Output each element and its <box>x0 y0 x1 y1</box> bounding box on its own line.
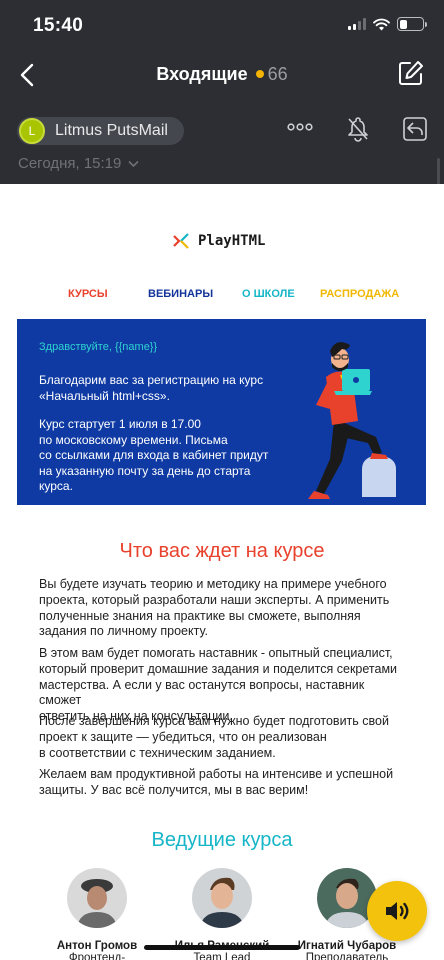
menu-item-sale[interactable]: РАСПРОДАЖА <box>320 288 399 300</box>
hero-thanks: Благодарим вас за регистрацию на курс «Н… <box>39 373 263 404</box>
silence-icon[interactable] <box>344 115 372 143</box>
sender-avatar: L <box>19 118 45 144</box>
paragraph: После завершения курса вам нужно будет п… <box>39 714 409 761</box>
welcome-banner: Здравствуйте, {{name}} Благодарим вас за… <box>17 319 426 505</box>
inbox-title-label: Входящие <box>156 64 248 84</box>
hero-line: на указанную почту за день до старта <box>39 463 251 478</box>
reply-icon[interactable] <box>401 115 429 143</box>
brand-logo[interactable]: PlayHTML <box>172 232 265 250</box>
paragraph-line: проект к защите — убедиться, что он реал… <box>39 729 327 744</box>
home-indicator[interactable] <box>144 945 300 950</box>
unread-dot <box>255 70 264 79</box>
hero-line: Курс стартует 1 июля в 17.00 <box>39 417 201 431</box>
more-dots-icon[interactable] <box>286 115 314 143</box>
wifi-icon <box>373 18 390 30</box>
message-date[interactable]: Сегодня, 15:19 <box>18 155 139 172</box>
cellular-signal-icon <box>348 18 366 30</box>
speaker-role: Фронтенд- <box>68 952 126 960</box>
paragraph-line: мастерства. А если у вас останутся вопро… <box>39 677 365 708</box>
speaker-icon <box>386 902 409 920</box>
developer-illustration <box>308 342 396 499</box>
hero-line: Благодарим вас за регистрацию на курс <box>39 373 264 387</box>
paragraph-line: Вы будете изучать теорию и методику на п… <box>39 577 387 591</box>
menu-item-courses[interactable]: КУРСЫ <box>68 288 108 300</box>
status-time: 15:40 <box>33 15 84 36</box>
speaker-photo <box>67 868 127 928</box>
email-body: PlayHTML КУРСЫ ВЕБИНАРЫ О ШКОЛЕ РАСПРОДА… <box>0 184 444 960</box>
paragraph-line: После завершения курса вам нужно будет п… <box>39 714 389 728</box>
paragraph: Желаем вам продуктивной работы на интенс… <box>39 767 409 799</box>
mail-app-header: 15:40 Входящие 66 L Litmus PutsMail Сего… <box>0 0 444 184</box>
paragraph: Вы будете изучать теорию и методику на п… <box>39 577 409 640</box>
logo-mark-icon <box>173 233 189 249</box>
status-icons <box>348 17 427 31</box>
about-course-heading: Что вас ждет на курсе <box>119 540 325 562</box>
hero-line: по московскому времени. Письма <box>39 432 228 447</box>
brand-name: PlayHTML <box>198 233 266 249</box>
paragraph-line: Желаем вам продуктивной работы на интенс… <box>39 767 394 781</box>
unread-count: 66 <box>267 64 288 84</box>
sender-chip[interactable]: L Litmus PutsMail <box>17 117 184 145</box>
paragraph-line: проекта, который разработали наши экспер… <box>39 592 390 607</box>
inbox-title: Входящие 66 <box>0 64 444 85</box>
paragraph-line: В этом вам будет помогать наставник - оп… <box>39 646 393 660</box>
menu-item-about[interactable]: О ШКОЛЕ <box>242 288 295 300</box>
compose-icon[interactable] <box>398 60 424 86</box>
sender-name: Litmus PutsMail <box>55 122 168 139</box>
speaker-role: Team Lead <box>193 952 251 960</box>
hero-line: курса. <box>39 479 73 493</box>
battery-icon <box>397 17 427 31</box>
chevron-down-icon <box>127 160 139 168</box>
paragraph-line: защиты. У вас всё получится, мы в вас ве… <box>39 782 309 797</box>
hero-schedule: Курс стартует 1 июля в 17.00 по московск… <box>39 417 268 495</box>
speaker-role: Преподаватель <box>305 952 389 960</box>
speakers-heading: Ведущие курса <box>151 829 293 851</box>
hero-line: со ссылками для входа в кабинет придут <box>39 448 269 462</box>
message-date-label: Сегодня, 15:19 <box>18 155 122 172</box>
read-aloud-button[interactable] <box>367 881 427 941</box>
paragraph-line: который проверит домашние задания и поде… <box>39 661 398 676</box>
hero-greeting: Здравствуйте, {{name}} <box>39 341 158 353</box>
paragraph-line: в соответствии с техническим заданием. <box>39 745 276 760</box>
menu-item-webinars[interactable]: ВЕБИНАРЫ <box>148 288 213 300</box>
speaker-photo <box>192 868 252 928</box>
paragraph-line: задания по личному проекту. <box>39 624 208 639</box>
paragraph-line: полученные знания на практике вы сможете… <box>39 608 361 623</box>
hero-line: «Начальный html+css». <box>39 388 170 403</box>
